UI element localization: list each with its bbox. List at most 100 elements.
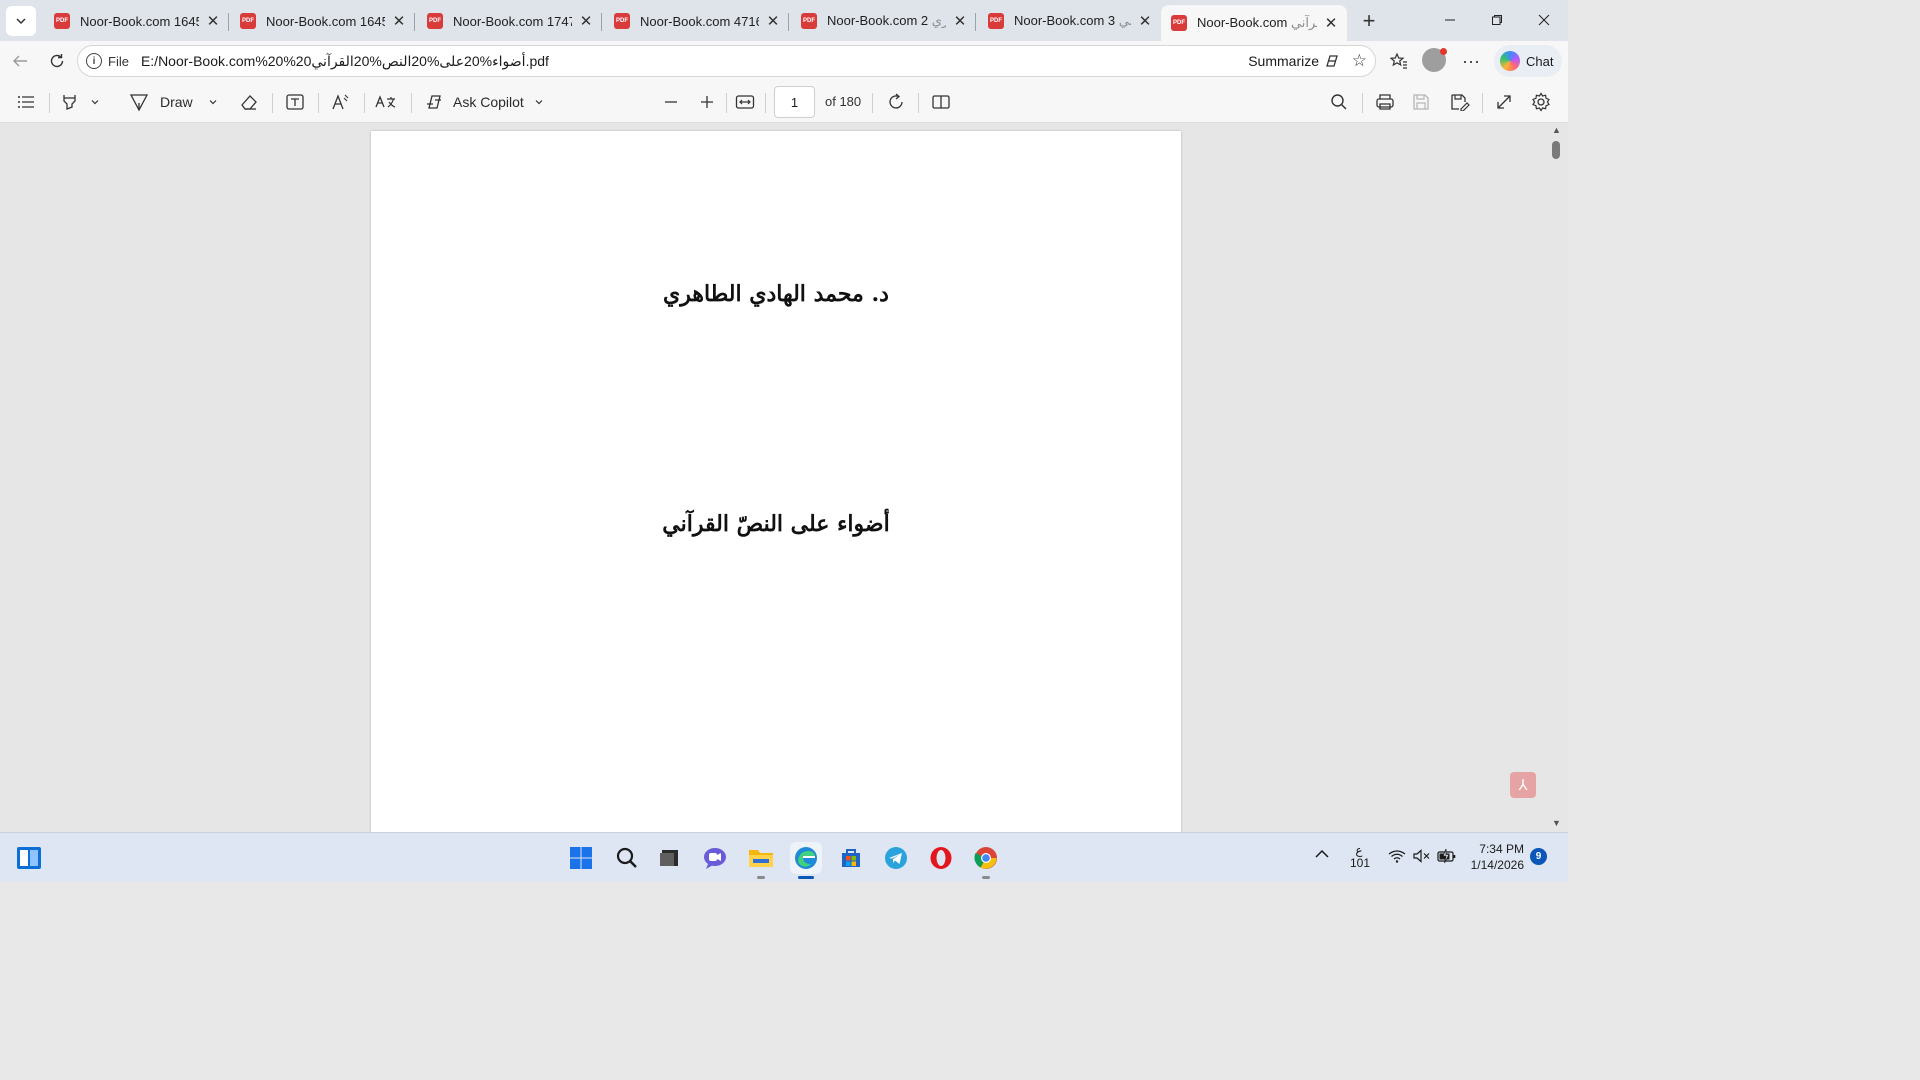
page-number-input[interactable]: 1 — [774, 86, 815, 118]
minimize-button[interactable] — [1426, 0, 1474, 40]
chevron-down-icon[interactable] — [534, 97, 544, 107]
taskbar: ع 101 7:34 PM 1/14/2026 — [0, 832, 1568, 882]
save-button[interactable] — [1412, 89, 1430, 115]
ask-copilot-button[interactable]: Ask Copilot — [424, 89, 544, 115]
chrome-icon — [974, 847, 997, 869]
tab[interactable]: PDF Noor-Book.com 2 بشري ✕ — [791, 5, 976, 37]
tab[interactable]: PDF Noor-Book.com 1747 3 ✕ — [417, 5, 602, 37]
tab-title: Noor-Book.com 1747 — [453, 13, 572, 29]
show-hidden-icons-button[interactable] — [1314, 848, 1330, 863]
close-tab-icon[interactable]: ✕ — [952, 13, 968, 30]
tab-active[interactable]: PDF Noor-Book.com القرآني ✕ — [1161, 5, 1347, 41]
close-tab-icon[interactable]: ✕ — [578, 13, 594, 30]
erase-button[interactable] — [239, 89, 259, 115]
url-text[interactable]: E:/Noor-Book.com%20%20أضواء%20على%20النص… — [141, 53, 549, 70]
teams-chat-button[interactable] — [699, 842, 731, 874]
volume-button[interactable] — [1413, 849, 1431, 866]
chevron-down-icon[interactable] — [208, 97, 218, 107]
chrome-button[interactable] — [970, 842, 1002, 874]
tab-title: Noor-Book.com 1645 — [266, 13, 385, 29]
page-view-button[interactable] — [931, 89, 951, 115]
file-explorer-button[interactable] — [745, 842, 777, 874]
clock-date: 1/14/2026 — [1470, 858, 1524, 872]
restore-button[interactable] — [1473, 0, 1521, 40]
tab-title-fade: القرآني — [1290, 15, 1317, 30]
start-button[interactable] — [565, 842, 597, 874]
fullscreen-button[interactable] — [1495, 89, 1513, 115]
printer-icon — [1376, 94, 1394, 110]
battery-button[interactable] — [1437, 848, 1457, 867]
arrow-left-icon — [13, 55, 27, 67]
rotate-button[interactable] — [886, 89, 906, 115]
close-window-button[interactable] — [1520, 0, 1568, 40]
keyboard-layout-label: 101 — [1350, 856, 1371, 870]
widgets-button[interactable] — [13, 842, 45, 874]
microsoft-store-button[interactable] — [835, 842, 867, 874]
tab-title: Noor-Book.com 1645 — [80, 13, 199, 29]
profile-notification-dot — [1440, 48, 1447, 55]
scrollbar-thumb[interactable] — [1552, 141, 1560, 159]
tab[interactable]: PDF Noor-Book.com 4716 3 ✕ — [604, 5, 789, 37]
eraser-icon — [241, 95, 257, 110]
new-tab-button[interactable]: + — [1356, 8, 1382, 34]
clock[interactable]: 7:34 PM 1/14/2026 — [1466, 841, 1524, 873]
taskbar-search-button[interactable] — [611, 842, 643, 874]
copilot-chat-button[interactable]: Chat — [1494, 45, 1562, 77]
scroll-down-arrow-icon[interactable]: ▼ — [1552, 818, 1561, 828]
tab[interactable]: PDF Noor-Book.com 3 قرآني ✕ — [978, 5, 1161, 37]
draw-label: Draw — [160, 94, 193, 110]
save-as-button[interactable] — [1450, 89, 1470, 115]
close-tab-icon[interactable]: ✕ — [391, 13, 407, 30]
close-tab-icon[interactable]: ✕ — [205, 13, 221, 30]
tab[interactable]: PDF Noor-Book.com 1645 3 ✕ — [44, 5, 229, 37]
battery-charging-icon — [1437, 848, 1456, 864]
fit-to-width-button[interactable] — [735, 89, 755, 115]
save-as-icon — [1451, 94, 1470, 111]
input-language-indicator[interactable]: ع 101 — [1350, 844, 1371, 870]
pdf-viewer[interactable]: د. محمد الهادي الطاهري أضواء على النصّ ا… — [0, 123, 1568, 832]
refresh-button[interactable] — [43, 47, 71, 75]
pdf-settings-button[interactable] — [1531, 89, 1551, 115]
back-button[interactable] — [6, 47, 34, 75]
pdf-toolbar: Draw Ask Copilot 1 of 180 — [0, 81, 1568, 123]
network-button[interactable] — [1388, 849, 1406, 866]
acrobat-icon[interactable]: ⅄ — [1510, 772, 1536, 798]
find-button[interactable] — [1330, 89, 1348, 115]
edge-browser-button[interactable] — [790, 842, 822, 874]
fit-width-icon — [735, 95, 755, 109]
print-button[interactable] — [1375, 89, 1395, 115]
omnibox[interactable]: i File E:/Noor-Book.com%20%20أضواء%20على… — [77, 45, 1376, 77]
chevron-down-icon[interactable] — [90, 97, 100, 107]
favorite-star-icon[interactable]: ☆ — [1352, 51, 1367, 71]
close-tab-icon[interactable]: ✕ — [765, 13, 781, 30]
telegram-button[interactable] — [880, 842, 912, 874]
telegram-icon — [885, 847, 907, 869]
tab[interactable]: PDF Noor-Book.com 1645 3 ✕ — [230, 5, 415, 37]
close-tab-icon[interactable]: ✕ — [1137, 13, 1153, 30]
draw-button[interactable]: Draw — [129, 89, 218, 115]
translate-button[interactable] — [375, 89, 397, 115]
info-icon[interactable]: i — [86, 53, 102, 69]
more-menu-button[interactable]: ··· — [1456, 47, 1486, 75]
tab-list-button[interactable] — [6, 6, 36, 36]
tab-title-fade: قرآني — [1118, 13, 1131, 28]
summarize-button[interactable]: Summarize — [1248, 52, 1341, 70]
summarize-label: Summarize — [1248, 53, 1319, 69]
opera-button[interactable] — [925, 842, 957, 874]
chevron-down-icon — [16, 18, 26, 25]
task-view-button[interactable] — [654, 842, 686, 874]
scroll-up-arrow-icon[interactable]: ▲ — [1552, 125, 1561, 135]
notification-badge[interactable]: 9 — [1530, 848, 1547, 865]
wifi-icon — [1388, 850, 1406, 863]
highlight-button[interactable] — [60, 89, 100, 115]
vertical-scrollbar[interactable]: ▲ ▼ — [1548, 123, 1564, 832]
contents-button[interactable] — [16, 89, 36, 115]
read-aloud-button[interactable] — [331, 89, 351, 115]
copilot-summarize-icon — [1326, 55, 1338, 67]
add-text-button[interactable] — [285, 89, 305, 115]
zoom-in-button[interactable] — [698, 89, 716, 115]
task-view-icon — [660, 850, 678, 866]
close-tab-icon[interactable]: ✕ — [1323, 15, 1339, 32]
favorites-button[interactable] — [1384, 47, 1414, 75]
zoom-out-button[interactable] — [662, 89, 680, 115]
